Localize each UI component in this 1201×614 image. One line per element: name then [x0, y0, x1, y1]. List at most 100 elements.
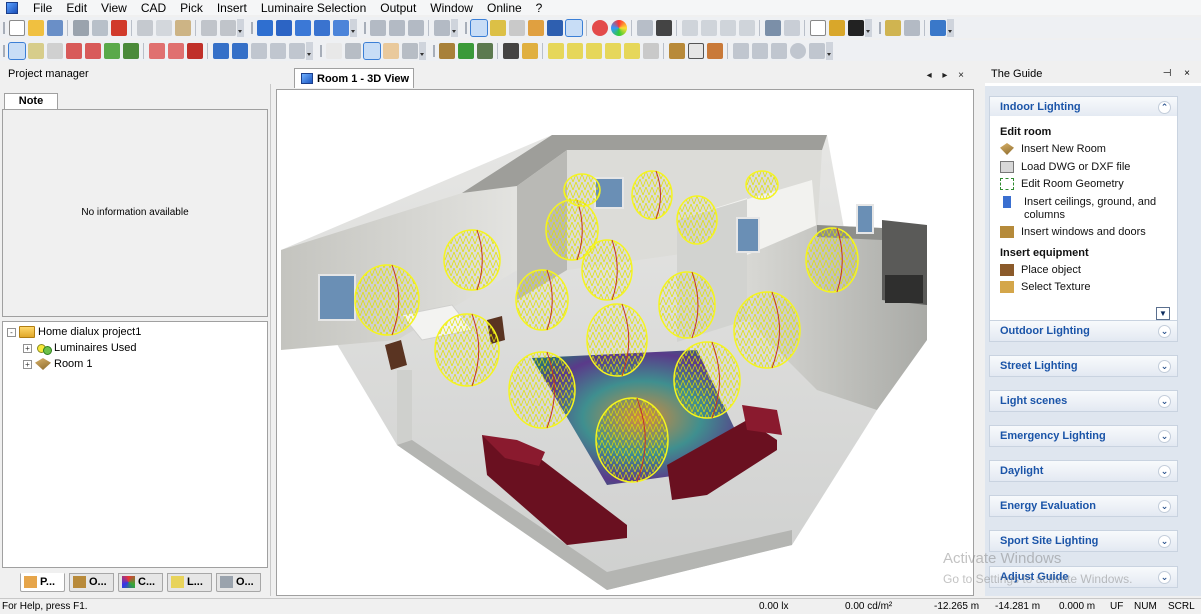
measure-icon[interactable] [636, 19, 653, 36]
scroll-down-icon[interactable]: ▼ [1156, 307, 1170, 320]
dxf-icon[interactable] [738, 19, 755, 36]
menu-pick[interactable]: Pick [173, 1, 210, 15]
tree-item-luminaires[interactable]: + Luminaires Used [23, 340, 137, 356]
clapboard-icon[interactable] [847, 19, 864, 36]
print-icon[interactable] [72, 19, 89, 36]
chevron-down-icon[interactable]: ⌄ [1158, 571, 1171, 584]
menu-cad[interactable]: CAD [134, 1, 173, 15]
bracket-icon[interactable] [687, 42, 704, 59]
tree-collapse-icon[interactable]: - [7, 327, 16, 337]
copy-shape-icon[interactable] [250, 42, 267, 59]
guide-item-place-object[interactable]: Place object [1000, 264, 1175, 277]
texture-icon[interactable] [521, 42, 538, 59]
guide-item-insert-ceilings[interactable]: Insert ceilings, ground, and columns [1000, 196, 1175, 222]
chevron-down-icon[interactable]: ⌄ [1158, 500, 1171, 513]
furniture-icon[interactable] [438, 42, 455, 59]
menu-luminaire-selection[interactable]: Luminaire Selection [254, 1, 373, 15]
menu-edit[interactable]: Edit [59, 1, 94, 15]
print-preview-icon[interactable] [91, 19, 108, 36]
polyline-icon[interactable] [751, 42, 768, 59]
view-tab-controls[interactable]: ◂ ▸ × [927, 70, 968, 81]
line-icon[interactable] [732, 42, 749, 59]
hand-pan-icon[interactable] [382, 42, 399, 59]
calc-area-icon[interactable] [148, 42, 165, 59]
tab-colors[interactable]: C... [118, 572, 163, 592]
chevron-down-icon[interactable]: ⌄ [1158, 360, 1171, 373]
guide-section-energy-evaluation[interactable]: Energy Evaluation ⌄ [989, 495, 1178, 517]
room-3d-viewport[interactable] [276, 89, 974, 596]
circle-icon[interactable] [789, 42, 806, 59]
tree-item-project[interactable]: - Home dialux project1 [7, 324, 141, 340]
select-field-icon[interactable] [84, 42, 101, 59]
tab-objects[interactable]: O... [69, 572, 114, 592]
open-folder-icon[interactable] [27, 19, 44, 36]
select-luminaire-icon[interactable] [27, 42, 44, 59]
chevron-down-icon[interactable]: ⌄ [1158, 395, 1171, 408]
room-3d-icon[interactable] [256, 19, 273, 36]
calc-area2-icon[interactable] [167, 42, 184, 59]
cut-icon[interactable] [136, 19, 153, 36]
ceiling-icon[interactable] [604, 42, 621, 59]
grid-icon[interactable] [700, 19, 717, 36]
frame-icon[interactable] [668, 42, 685, 59]
select-green-icon[interactable] [103, 42, 120, 59]
redo-icon[interactable] [219, 19, 236, 36]
flashlight-icon[interactable] [655, 19, 672, 36]
box-icon[interactable] [212, 42, 229, 59]
key-icon[interactable] [269, 42, 286, 59]
guide-section-outdoor-lighting[interactable]: Outdoor Lighting ⌄ [989, 320, 1178, 342]
chevron-up-icon[interactable]: ⌃ [1158, 101, 1171, 114]
l-shape-icon[interactable] [231, 42, 248, 59]
wand-icon[interactable] [828, 19, 845, 36]
table-icon[interactable] [903, 19, 920, 36]
render-icon[interactable] [564, 18, 583, 37]
guide-section-daylight[interactable]: Daylight ⌄ [989, 460, 1178, 482]
guide-item-select-texture[interactable]: Select Texture [1000, 281, 1175, 294]
chair-icon[interactable] [476, 42, 493, 59]
view-wireframe-icon[interactable] [489, 19, 506, 36]
copy-icon[interactable] [155, 19, 172, 36]
guide-section-street-lighting[interactable]: Street Lighting ⌄ [989, 355, 1178, 377]
guide-section-sport-site-lighting[interactable]: Sport Site Lighting ⌄ [989, 530, 1178, 552]
floor-icon[interactable] [623, 42, 640, 59]
menu-view[interactable]: View [94, 1, 134, 15]
room-ground-icon[interactable] [332, 19, 349, 36]
rug-icon[interactable] [706, 42, 723, 59]
rotate-view-icon[interactable] [362, 41, 381, 60]
new-file-icon[interactable] [8, 19, 25, 36]
room-copy-icon[interactable] [294, 19, 311, 36]
door-icon[interactable] [566, 42, 583, 59]
menu-online[interactable]: Online [480, 1, 529, 15]
orbit-icon[interactable] [401, 42, 418, 59]
menu-insert[interactable]: Insert [210, 1, 254, 15]
menu-file[interactable]: File [26, 1, 59, 15]
toolbar-overflow-icon[interactable] [237, 18, 244, 37]
split-view-icon[interactable] [929, 19, 946, 36]
tab-output[interactable]: O... [216, 572, 261, 592]
eye-icon[interactable] [783, 19, 800, 36]
curve-icon[interactable] [770, 42, 787, 59]
guide-section-emergency-lighting[interactable]: Emergency Lighting ⌄ [989, 425, 1178, 447]
cursor-icon[interactable] [325, 42, 342, 59]
tab-note[interactable]: Note [4, 93, 58, 110]
snap-icon[interactable] [884, 19, 901, 36]
pdf-icon[interactable] [110, 19, 127, 36]
window-icon[interactable] [547, 42, 564, 59]
pencil-icon[interactable] [546, 19, 563, 36]
guide-item-insert-windows-doors[interactable]: Insert windows and doors [1000, 226, 1175, 239]
tree-expand-icon[interactable]: + [23, 359, 32, 369]
guide-section-indoor-lighting[interactable]: Indoor Lighting ⌃ [989, 96, 1178, 118]
menu-help[interactable]: ? [529, 1, 550, 15]
guide-item-insert-new-room[interactable]: Insert New Room [1000, 143, 1175, 156]
room-l-icon[interactable] [275, 19, 292, 36]
target-icon[interactable] [591, 19, 608, 36]
wall-icon[interactable] [585, 42, 602, 59]
chevron-down-icon[interactable]: ⌄ [1158, 535, 1171, 548]
undo-icon[interactable] [200, 19, 217, 36]
tab-project[interactable]: P... [20, 572, 65, 592]
room-render[interactable] [277, 90, 974, 596]
guide-section-light-scenes[interactable]: Light scenes ⌄ [989, 390, 1178, 412]
zoom-icon[interactable] [369, 19, 386, 36]
guide-header-controls[interactable]: ⊣ × [1163, 68, 1195, 79]
grid-lines-icon[interactable] [719, 19, 736, 36]
